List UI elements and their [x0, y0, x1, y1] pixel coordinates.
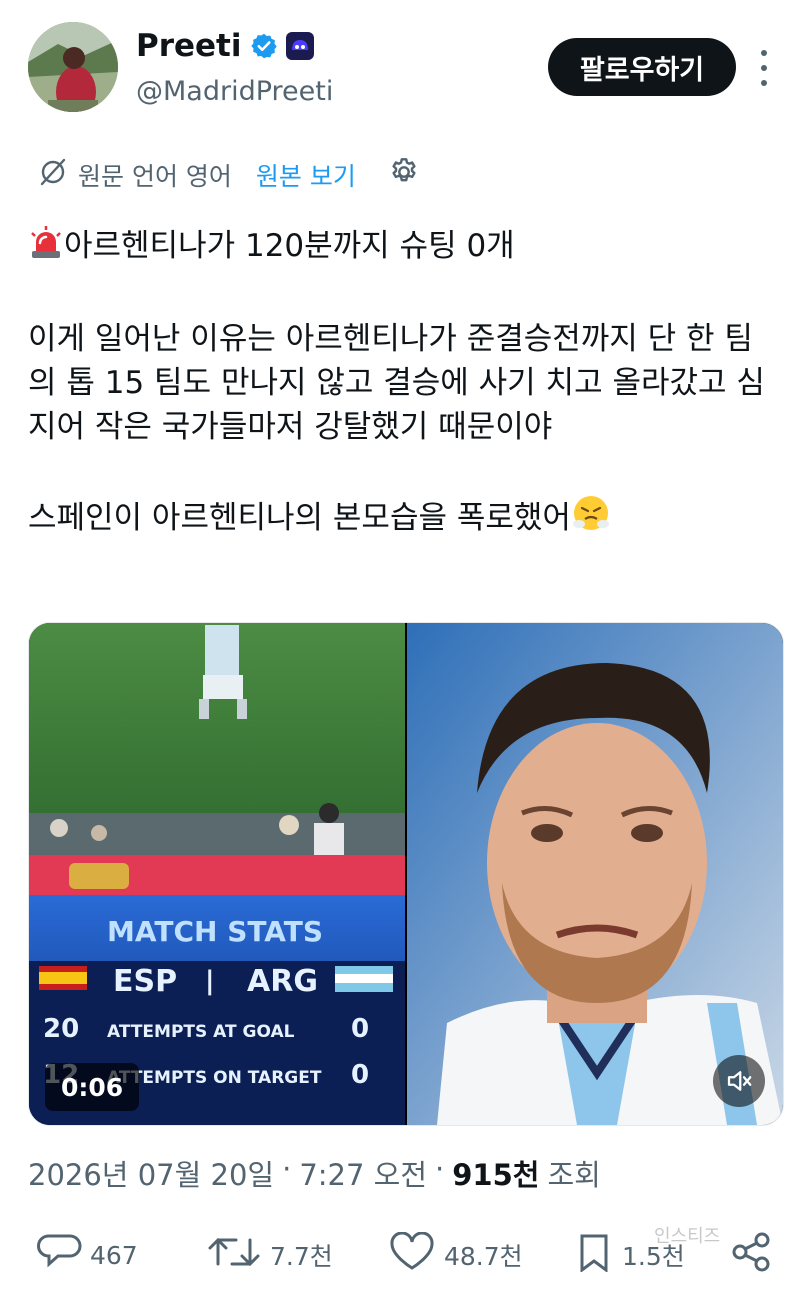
reply-count: 467 [90, 1240, 138, 1270]
tweet-paragraph-2: 이게 일어난 이유는 아르헨티나가 준결승전까지 단 한 팀의 톱 15 팀도 … [28, 321, 765, 445]
stat-row2-right: 0 [351, 1060, 369, 1090]
source-language-label: 원문 언어 영어 [78, 162, 232, 191]
like-button[interactable]: 48.7천 [388, 1231, 523, 1278]
translate-slash-icon [38, 157, 68, 193]
meta-separator: · [435, 1152, 445, 1186]
gear-icon[interactable] [388, 156, 420, 194]
steam-face-emoji-icon [571, 493, 611, 545]
repost-button[interactable]: 7.7천 [206, 1232, 333, 1278]
reply-button[interactable]: 467 [36, 1232, 138, 1278]
tweet-line-1-text: 아르헨티나가 120분까지 슈팅 0개 [64, 228, 515, 264]
tweet-video[interactable]: MATCH STATS ESP | ARG 20 ATTEMPTS AT GOA… [28, 622, 784, 1126]
views-count[interactable]: 915천 [452, 1152, 539, 1194]
svg-text:|: | [205, 966, 215, 996]
tweet-paragraph-3-text: 스페인이 아르헨티나의 본모습을 폭로했어 [28, 500, 571, 536]
meta-separator: · [282, 1152, 292, 1186]
user-handle[interactable]: @MadridPreeti [136, 76, 333, 107]
share-button[interactable] [730, 1232, 774, 1278]
watermark: 인스티즈 [654, 1226, 721, 1247]
affiliate-badge-icon [285, 32, 314, 60]
video-duration: 0:06 [45, 1063, 140, 1111]
tweet-meta: 2026년 07월 20일 · 7:27 오전 · 915천 조회 [28, 1152, 601, 1194]
avatar[interactable] [28, 22, 118, 112]
mute-icon[interactable] [713, 1055, 765, 1107]
stats-title: MATCH STATS [107, 915, 323, 948]
stat-row1-left: 20 [43, 1014, 79, 1044]
tweet-date[interactable]: 2026년 07월 20일 [28, 1152, 274, 1194]
player-photo-frame [407, 623, 783, 1125]
repost-icon [206, 1232, 262, 1278]
translation-bar: 원문 언어 영어 원본 보기 [38, 156, 420, 194]
team-left: ESP [113, 964, 177, 999]
tweet-time[interactable]: 7:27 오전 [299, 1152, 427, 1194]
heart-icon [388, 1231, 436, 1278]
team-right: ARG [247, 964, 318, 999]
share-icon [730, 1232, 774, 1278]
show-original-link[interactable]: 원본 보기 [256, 157, 356, 193]
tweet-line-1: 아르헨티나가 120분까지 슈팅 0개 [28, 224, 778, 273]
bookmark-icon [574, 1232, 614, 1278]
views-label: 조회 [547, 1158, 601, 1192]
siren-emoji-icon [28, 225, 64, 273]
tweet-header: Preeti @MadridPreeti 팔로우하기 [0, 0, 800, 140]
more-options-icon[interactable] [752, 50, 776, 86]
verified-badge-icon [250, 32, 278, 60]
tweet-paragraph-3: 스페인이 아르헨티나의 본모습을 폭로했어 [28, 493, 778, 545]
stat-row2-label: ATTEMPTS ON TARGET [107, 1068, 322, 1088]
follow-button[interactable]: 팔로우하기 [548, 38, 736, 96]
tweet-text: 아르헨티나가 120분까지 슈팅 0개 이게 일어난 이유는 아르헨티나가 준결… [28, 224, 778, 545]
like-count: 48.7천 [444, 1242, 523, 1271]
repost-count: 7.7천 [270, 1242, 333, 1271]
stat-row1-label: ATTEMPTS AT GOAL [107, 1022, 295, 1042]
display-name[interactable]: Preeti [136, 28, 242, 64]
stat-row1-right: 0 [351, 1014, 369, 1044]
reply-icon [36, 1232, 82, 1278]
match-stats-frame: MATCH STATS ESP | ARG 20 ATTEMPTS AT GOA… [29, 623, 405, 1125]
